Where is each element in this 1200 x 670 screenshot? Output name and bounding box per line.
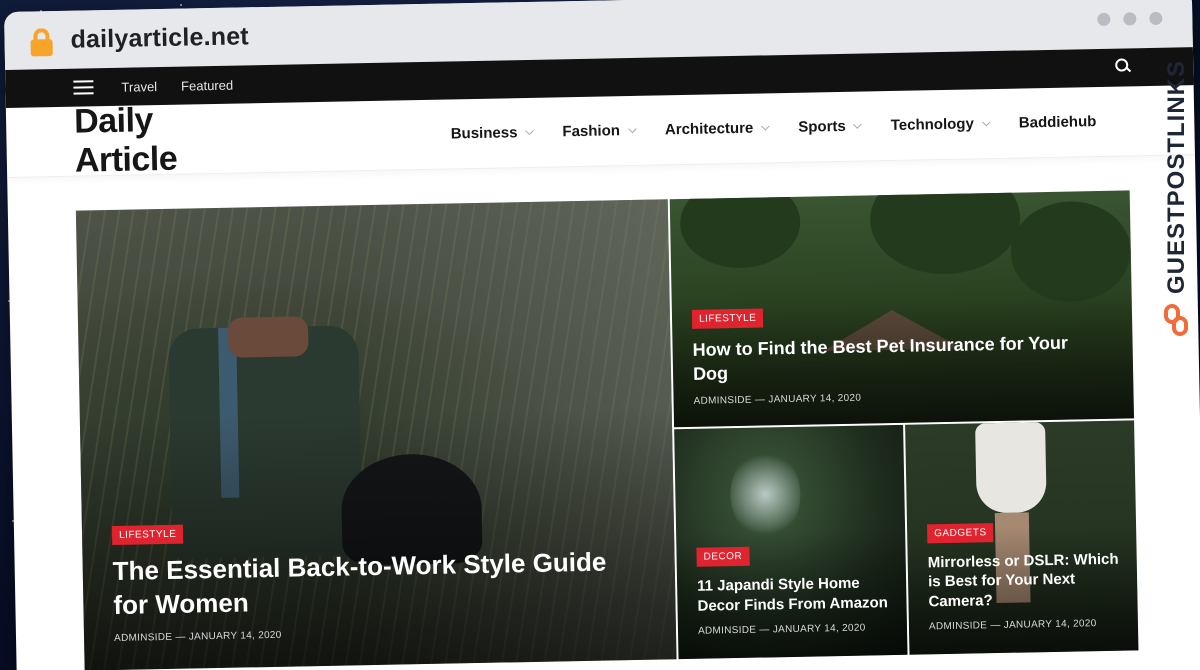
- nav-item-business[interactable]: Business: [451, 124, 534, 142]
- featured-card-main[interactable]: LIFESTYLE The Essential Back-to-Work Sty…: [75, 199, 677, 670]
- chain-link-icon: [1164, 304, 1190, 338]
- article-title[interactable]: 11 Japandi Style Home Decor Finds From A…: [697, 573, 891, 616]
- featured-grid: LIFESTYLE The Essential Back-to-Work Sty…: [75, 190, 1139, 670]
- nav-item-baddiehub[interactable]: Baddiehub: [1019, 113, 1097, 131]
- featured-card-3[interactable]: DECOR 11 Japandi Style Home Decor Finds …: [674, 424, 908, 660]
- topbar-link-featured[interactable]: Featured: [181, 77, 233, 93]
- guestpostlinks-watermark: GUESTPOSTLINKS: [1160, 60, 1194, 360]
- chevron-down-icon: [981, 117, 991, 126]
- nav-item-fashion[interactable]: Fashion: [562, 122, 637, 140]
- category-badge[interactable]: LIFESTYLE: [691, 308, 764, 330]
- url-text[interactable]: dailyarticle.net: [70, 22, 249, 54]
- topbar-link-travel[interactable]: Travel: [121, 79, 157, 95]
- article-title[interactable]: Mirrorless or DSLR: Which is Best for Yo…: [928, 549, 1122, 611]
- featured-card-2[interactable]: LIFESTYLE How to Find the Best Pet Insur…: [669, 190, 1135, 428]
- category-badge[interactable]: DECOR: [696, 546, 750, 567]
- nav-item-technology[interactable]: Technology: [891, 115, 991, 134]
- search-icon[interactable]: [1115, 58, 1131, 74]
- article-title[interactable]: The Essential Back-to-Work Style Guide f…: [112, 545, 645, 623]
- chevron-down-icon: [627, 124, 637, 133]
- hamburger-icon[interactable]: [73, 76, 94, 98]
- site-logo[interactable]: Daily Article: [74, 99, 242, 180]
- article-title[interactable]: How to Find the Best Pet Insurance for Y…: [692, 331, 1103, 386]
- chevron-down-icon: [525, 126, 534, 135]
- browser-window: dailyarticle.net Travel Featured Daily A…: [4, 0, 1200, 670]
- category-badge[interactable]: LIFESTYLE: [111, 525, 184, 546]
- nav-item-sports[interactable]: Sports: [798, 118, 862, 136]
- window-dot-icon[interactable]: [1123, 12, 1137, 26]
- window-controls: [1097, 11, 1163, 27]
- watermark-text: GUESTPOSTLINKS: [1163, 60, 1190, 295]
- window-dot-icon[interactable]: [1097, 12, 1111, 27]
- category-badge[interactable]: GADGETS: [926, 522, 994, 543]
- window-dot-icon[interactable]: [1149, 11, 1163, 26]
- lock-icon: [30, 28, 53, 57]
- chevron-down-icon: [853, 119, 862, 129]
- featured-card-4[interactable]: GADGETS Mirrorless or DSLR: Which is Bes…: [905, 420, 1139, 655]
- nav-item-architecture[interactable]: Architecture: [665, 119, 770, 138]
- chevron-down-icon: [761, 121, 770, 131]
